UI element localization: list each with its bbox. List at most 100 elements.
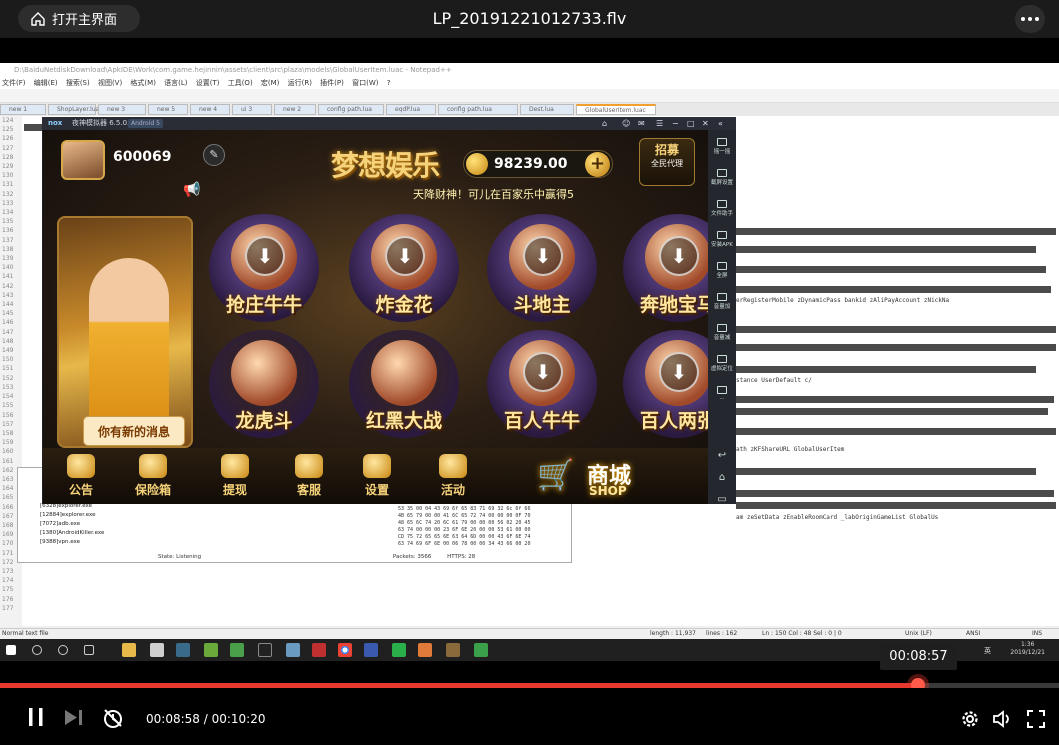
task-view-icon[interactable] <box>84 645 94 655</box>
app-icon[interactable] <box>474 643 488 657</box>
terminal-icon[interactable] <box>258 643 272 657</box>
notepad-tab[interactable]: eqdP.lua <box>386 104 436 115</box>
download-icon[interactable]: ⬇ <box>659 236 699 276</box>
app-icon[interactable] <box>364 643 378 657</box>
process-item[interactable]: [1380]AndroidKiller.exe <box>40 529 160 538</box>
loop-timer-icon[interactable] <box>102 707 124 729</box>
nox-profile-icon[interactable]: ☺ <box>622 117 630 130</box>
game-tile[interactable]: 龙虎斗 <box>209 330 319 438</box>
notepad-tab[interactable]: config path.lua <box>318 104 384 115</box>
back-icon[interactable]: ↩ <box>708 450 736 461</box>
app-icon[interactable] <box>446 643 460 657</box>
chrome-icon[interactable] <box>338 643 352 657</box>
agent-badge-button[interactable]: 招募 全民代理 <box>639 138 695 186</box>
video-player: 打开主界面 LP_20191221012733.flv D:\BaiduNetd… <box>0 0 1059 745</box>
game-tile[interactable]: ⬇ 斗地主 <box>487 214 597 322</box>
game-tile[interactable]: 红黑大战 <box>349 330 459 438</box>
system-clock[interactable]: 1:36 2019/12/21 <box>1010 641 1045 657</box>
game-tile[interactable]: ⬇ 百人两张 <box>623 330 708 438</box>
game-tile[interactable]: ⬇ 奔驰宝马 <box>623 214 708 322</box>
download-icon[interactable]: ⬇ <box>659 352 699 392</box>
edit-profile-icon[interactable]: ✎ <box>203 144 225 166</box>
game-tile-label: 百人两张 <box>639 410 708 432</box>
nox-sidebar-item[interactable]: 全屏 <box>708 262 736 279</box>
download-icon[interactable]: ⬇ <box>245 236 285 276</box>
hex-view: 53 35 00 04 43 69 6f 65 83 71 69 32 6c 6… <box>398 506 531 547</box>
notepad-tab[interactable]: ShopLayer.lua <box>48 104 99 115</box>
add-coins-button[interactable]: + <box>585 152 610 177</box>
avatar[interactable] <box>61 140 105 180</box>
app-icon[interactable] <box>418 643 432 657</box>
new-message-bubble[interactable]: 你有新的消息 <box>83 416 185 446</box>
notepad-tab[interactable]: GlobalUserItem.luac <box>576 104 656 115</box>
process-item[interactable]: [12884]explorer.exe <box>40 511 160 520</box>
windows-start-icon[interactable] <box>6 645 16 655</box>
nox-sidebar-item[interactable]: 文件助手 <box>708 200 736 217</box>
notepad-tab[interactable]: new 1 <box>0 104 46 115</box>
promo-girl-card[interactable] <box>57 216 193 448</box>
nav-item[interactable]: 设置 <box>347 454 407 498</box>
game-tile[interactable]: ⬇ 抢庄牛牛 <box>209 214 319 322</box>
nox-sidebar-item[interactable]: 安装APK <box>708 231 736 248</box>
nav-item[interactable]: 公告 <box>51 454 111 498</box>
recent-apps-icon[interactable]: ▭ <box>708 494 736 505</box>
nox-menu-icon[interactable]: ☰ <box>656 117 663 130</box>
app-icon[interactable] <box>312 643 326 657</box>
android-studio-icon[interactable] <box>204 643 218 657</box>
nox-sidebar-item[interactable]: ... <box>708 386 736 401</box>
app-icon[interactable] <box>176 643 190 657</box>
fullscreen-icon[interactable] <box>1026 709 1046 729</box>
mail-icon[interactable] <box>150 643 164 657</box>
nav-item[interactable]: 客服 <box>279 454 339 498</box>
notepad-tab[interactable]: new 5 <box>148 104 188 115</box>
nox-sidebar-item[interactable]: 虚拟定位 <box>708 355 736 372</box>
settings-icon[interactable] <box>960 709 980 729</box>
search-icon[interactable] <box>32 645 42 655</box>
download-icon[interactable]: ⬇ <box>385 236 425 276</box>
home-icon[interactable]: ⌂ <box>708 472 736 483</box>
nox-home-icon[interactable]: ⌂ <box>602 117 607 130</box>
pause-icon[interactable] <box>26 707 46 727</box>
file-explorer-icon[interactable] <box>122 643 136 657</box>
nav-item[interactable]: 活动 <box>423 454 483 498</box>
nox-sidebar-item[interactable]: 音量减 <box>708 324 736 341</box>
wechat-icon[interactable] <box>392 643 406 657</box>
download-icon[interactable]: ⬇ <box>523 352 563 392</box>
video-frame[interactable]: D:\BaiduNetdiskDownload\ApkIDE\Work\com.… <box>0 63 1059 661</box>
cart-icon: 🛒 <box>537 458 575 493</box>
volume-icon[interactable] <box>992 709 1014 729</box>
notepad-tab[interactable]: config path.lua <box>438 104 518 115</box>
notepad-tab[interactable]: Dest.lua <box>520 104 574 115</box>
app-icon[interactable] <box>286 643 300 657</box>
nox-sidebar-item[interactable]: 音量加 <box>708 293 736 310</box>
notepad-tab[interactable]: new 3 <box>98 104 146 115</box>
nox-sidebar-item[interactable]: 截屏设置 <box>708 169 736 186</box>
nav-item[interactable]: 保险箱 <box>123 454 183 498</box>
code-line <box>736 228 1056 235</box>
next-icon[interactable] <box>64 709 84 726</box>
nav-item[interactable]: 提现 <box>205 454 265 498</box>
game-tile[interactable]: ⬇ 炸金花 <box>349 214 459 322</box>
nox-maximize-icon[interactable]: □ <box>687 117 695 130</box>
nox-sidebar-label: 摇一摇 <box>713 149 731 155</box>
notepad-tab[interactable]: new 2 <box>274 104 316 115</box>
code-snippet: am zeSetData zEnableRoomCard _labOriginG… <box>736 514 939 521</box>
game-tile[interactable]: ⬇ 百人牛牛 <box>487 330 597 438</box>
collapse-sidebar-icon[interactable]: « <box>718 117 723 130</box>
game-tile-label: 斗地主 <box>513 294 571 316</box>
cortana-icon[interactable] <box>58 645 68 655</box>
more-options-button[interactable] <box>1015 5 1045 33</box>
process-item[interactable]: [7072]adb.exe <box>40 520 160 529</box>
game-screen[interactable]: 600069 ✎ 梦想娱乐 98239.00 + 招募 全民代理 📢 天降财神！… <box>43 130 708 504</box>
nox-sidebar-item[interactable]: 摇一摇 <box>708 138 736 155</box>
notepad-tab[interactable]: ui 3 <box>232 104 272 115</box>
nox-close-icon[interactable]: ✕ <box>702 117 709 130</box>
notepad-tab[interactable]: new 4 <box>190 104 230 115</box>
shop-button[interactable]: 🛒 商城 SHOP <box>537 454 647 502</box>
download-icon[interactable]: ⬇ <box>523 236 563 276</box>
android-killer-icon[interactable] <box>230 643 244 657</box>
nox-settings-icon[interactable]: ✉ <box>638 117 645 130</box>
nox-minimize-icon[interactable]: − <box>672 117 679 130</box>
process-item[interactable]: [9388]vpn.exe <box>40 538 160 547</box>
ime-indicator[interactable]: 英 <box>984 646 991 656</box>
